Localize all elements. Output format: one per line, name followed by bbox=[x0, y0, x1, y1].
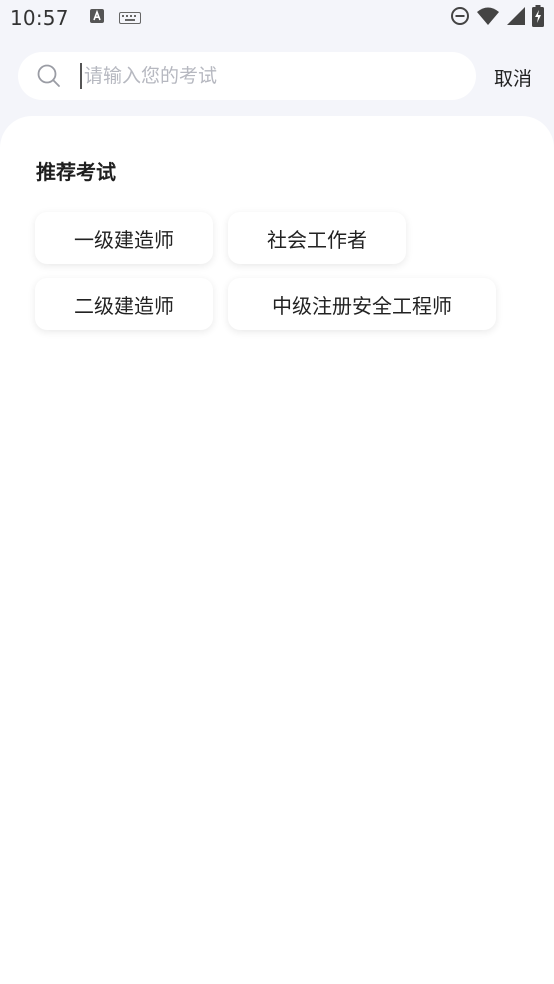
status-time: 10:57 bbox=[10, 6, 69, 30]
exam-chip[interactable]: 二级建造师 bbox=[35, 278, 213, 330]
do-not-disturb-icon bbox=[450, 6, 470, 30]
search-icon bbox=[36, 63, 62, 89]
exam-chip[interactable]: 社会工作者 bbox=[228, 212, 406, 264]
exam-chip[interactable]: 一级建造师 bbox=[35, 212, 213, 264]
search-input[interactable] bbox=[84, 65, 414, 87]
search-box[interactable] bbox=[18, 52, 476, 100]
exam-chip[interactable]: 中级注册安全工程师 bbox=[228, 278, 496, 330]
keyboard-icon bbox=[118, 9, 141, 28]
battery-charging-icon bbox=[532, 5, 544, 31]
wifi-icon bbox=[476, 6, 500, 30]
recommend-section-title: 推荐考试 bbox=[36, 160, 116, 184]
status-bar: 10:57 bbox=[0, 0, 554, 36]
content-panel: 推荐考试 一级建造师 社会工作者 二级建造师 中级注册安全工程师 bbox=[0, 116, 554, 984]
cellular-signal-icon bbox=[506, 6, 526, 30]
cancel-button[interactable]: 取消 bbox=[494, 64, 532, 91]
text-cursor bbox=[80, 63, 82, 89]
font-a-icon bbox=[89, 8, 105, 28]
search-row: 取消 bbox=[0, 52, 554, 102]
